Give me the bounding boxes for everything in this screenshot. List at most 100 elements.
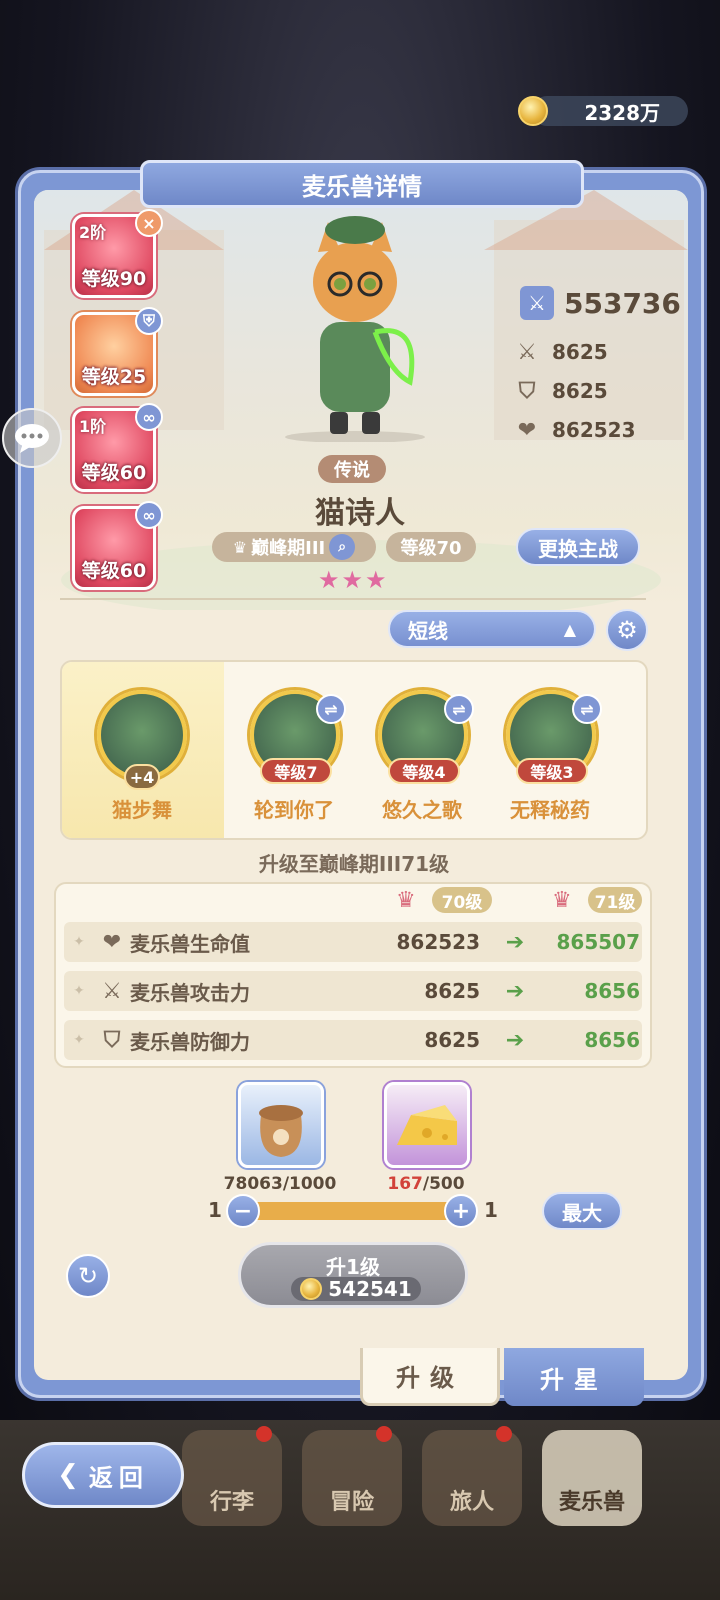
stat-row-defense: ✦ ⛉ 麦乐兽防御力 8625 ➔ 8656 — [64, 1020, 642, 1060]
link-badge-icon: ∞ — [135, 403, 163, 431]
main-skill-name: 猫步舞 — [112, 798, 172, 822]
gear-icon: ⚙ — [616, 616, 638, 644]
line-select-value: 短线 — [408, 618, 448, 643]
stage-badge: ♛ 巅峰期III ⌕ — [212, 532, 376, 562]
skill-1-name: 轮到你了 — [254, 798, 334, 822]
tab-upgrade[interactable]: 升级 — [360, 1348, 500, 1406]
nav-label: 行李 — [209, 1490, 254, 1515]
rarity-badge: 传说 — [318, 455, 386, 483]
swap-icon[interactable]: ⇌ — [444, 694, 474, 724]
nav-mailebeast[interactable]: 麦乐兽 — [542, 1430, 642, 1526]
star-rating: ★★★ — [318, 566, 389, 594]
settings-button[interactable]: ⚙ — [606, 609, 648, 651]
shield-icon: ⛉ — [518, 378, 536, 404]
material-2-need: /500 — [422, 1174, 465, 1194]
line-select-dropdown[interactable]: 短线 ▲ — [388, 610, 596, 648]
stage-crown-icon: ♛ — [232, 537, 248, 557]
stat-current: 862523 — [396, 930, 481, 954]
chat-button[interactable] — [2, 408, 62, 468]
shield-badge-icon: ⛨ — [135, 307, 163, 335]
pet-food-bag-icon — [259, 1105, 303, 1157]
defense-value: 8625 — [552, 379, 608, 403]
back-label: 返回 — [88, 1463, 149, 1492]
quantity-slider[interactable] — [240, 1202, 462, 1220]
power-stat: ⚔ 553736 — [520, 286, 681, 320]
refresh-icon: ↻ — [77, 1262, 99, 1290]
power-shield-icon: ⚔ — [520, 286, 554, 320]
nav-luggage[interactable]: 行李 — [182, 1426, 282, 1526]
level-badge: 等级70 — [386, 532, 476, 562]
currency-amount: 2328万 — [584, 100, 660, 125]
coin-icon — [300, 1278, 323, 1300]
stat-next: 865507 — [556, 930, 641, 954]
swap-icon[interactable]: ⇌ — [316, 694, 346, 724]
tab-star-up[interactable]: 升星 — [504, 1348, 644, 1406]
swap-main-button[interactable]: 更换主战 — [516, 528, 640, 566]
nav-adventure[interactable]: 冒险 — [302, 1426, 402, 1526]
pet-name: 猫诗人 — [315, 496, 405, 531]
equip-tier: 1阶 — [79, 417, 107, 436]
sparkle-icon: ✦ — [73, 934, 85, 950]
back-button[interactable]: ❮ 返回 — [22, 1442, 184, 1508]
plus-button[interactable]: + — [444, 1194, 478, 1228]
hp-stat: ❤ 862523 — [512, 415, 636, 445]
material-1-have: 78063 — [223, 1174, 283, 1194]
from-level-tag: 70级 — [432, 887, 492, 913]
max-button[interactable]: 最大 — [542, 1192, 622, 1230]
crown-icon: ♛ — [552, 888, 572, 913]
skill-2-name: 悠久之歌 — [382, 798, 462, 822]
upgrade-cost-value: 542541 — [328, 1277, 412, 1301]
stat-row-hp: ✦ ❤ 麦乐兽生命值 862523 ➔ 865507 — [64, 922, 642, 962]
equip-slot-3[interactable]: 1阶 等级60 ∞ — [72, 403, 163, 492]
stat-current: 8625 — [424, 979, 480, 1003]
power-value: 553736 — [564, 286, 681, 320]
nav-traveler[interactable]: 旅人 — [422, 1426, 522, 1526]
equip-slot-4[interactable]: 等级60 ∞ — [72, 501, 163, 590]
notification-dot — [496, 1426, 512, 1442]
equip-slot-1[interactable]: 2阶 等级90 × — [72, 209, 163, 298]
stat-row-attack: ✦ ⚔ 麦乐兽攻击力 8625 ➔ 8656 — [64, 971, 642, 1011]
stage-label: 巅峰期III — [251, 538, 326, 559]
material-2-count: 167/500 — [356, 1174, 496, 1194]
nav-label: 麦乐兽 — [558, 1490, 625, 1515]
material-pet-food[interactable] — [238, 1082, 324, 1168]
arrow-right-icon: ➔ — [505, 1027, 525, 1053]
skill-3-name: 无释秘药 — [510, 798, 590, 822]
defense-stat: ⛉ 8625 — [512, 376, 608, 406]
cheese-icon — [397, 1105, 457, 1145]
cat-bard-illustration — [285, 216, 425, 443]
magnify-icon[interactable]: ⌕ — [329, 534, 356, 560]
upgrade-label: 升1级 — [326, 1255, 380, 1279]
skill-1-level: 等级7 — [260, 758, 332, 784]
shield-icon: ⛉ — [103, 1027, 121, 1053]
notification-dot — [376, 1426, 392, 1442]
stat-label: 麦乐兽生命值 — [130, 931, 250, 956]
close-badge-icon: × — [135, 209, 163, 237]
reset-button[interactable]: ↻ — [66, 1254, 110, 1298]
skill-3-level: 等级3 — [516, 758, 588, 784]
minus-button[interactable]: − — [226, 1194, 260, 1228]
nav-label: 冒险 — [329, 1490, 374, 1515]
material-2-have: 167 — [387, 1174, 423, 1194]
quantity-min: 1 — [208, 1198, 222, 1222]
swords-icon: ⚔ — [102, 978, 122, 1004]
stat-label: 麦乐兽攻击力 — [130, 980, 250, 1005]
chevron-left-icon: ❮ — [57, 1460, 79, 1490]
caret-up-icon: ▲ — [563, 619, 576, 639]
main-skill-plus: +4 — [124, 764, 160, 790]
material-cheese[interactable] — [384, 1082, 470, 1168]
heart-icon: ❤ — [517, 417, 537, 443]
arrow-right-icon: ➔ — [505, 978, 525, 1004]
equip-tier: 2阶 — [79, 223, 107, 242]
swap-icon[interactable]: ⇌ — [572, 694, 602, 724]
stat-next: 8656 — [584, 1028, 640, 1052]
quantity-max: 1 — [484, 1198, 498, 1222]
equip-slot-2[interactable]: 等级25 ⛨ — [72, 307, 163, 396]
pet-portrait — [280, 212, 430, 443]
equip-level: 等级25 — [81, 366, 147, 388]
upgrade-button[interactable]: 升1级 542541 — [238, 1242, 468, 1308]
upgrade-title: 升级至巅峰期III71级 — [258, 852, 450, 876]
skill-2-level: 等级4 — [388, 758, 460, 784]
attack-stat: ⚔ 8625 — [512, 337, 608, 367]
arrow-right-icon: ➔ — [505, 929, 525, 955]
